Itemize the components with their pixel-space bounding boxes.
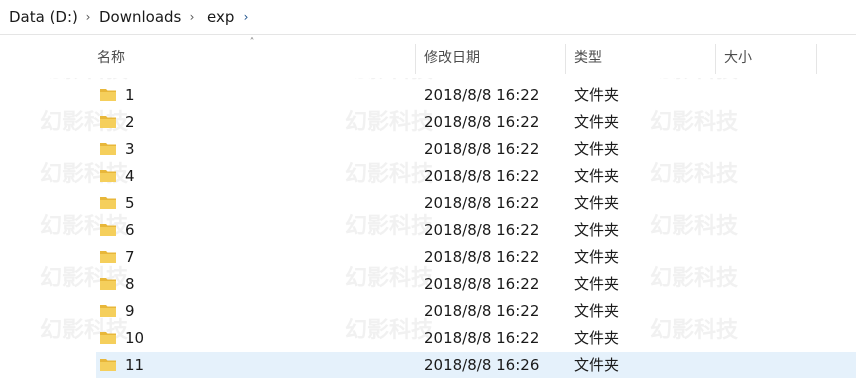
breadcrumb-item-drive[interactable]: Data (D:) [9, 8, 78, 26]
column-header-name[interactable]: 名称 [97, 48, 125, 68]
file-type: 文件夹 [574, 86, 620, 104]
list-item[interactable]: 3 2018/8/8 16:22 文件夹 [96, 136, 856, 162]
list-item[interactable]: 6 2018/8/8 16:22 文件夹 [96, 217, 856, 243]
folder-icon [100, 197, 116, 209]
file-date: 2018/8/8 16:22 [424, 113, 540, 131]
file-name: 2 [125, 113, 135, 131]
file-date: 2018/8/8 16:22 [424, 194, 540, 212]
file-type: 文件夹 [574, 302, 620, 320]
file-date: 2018/8/8 16:22 [424, 302, 540, 320]
list-item[interactable]: 8 2018/8/8 16:22 文件夹 [96, 271, 856, 297]
file-type: 文件夹 [574, 194, 620, 212]
folder-icon [100, 116, 116, 128]
folder-icon [100, 305, 116, 317]
column-header-date[interactable]: 修改日期 [424, 48, 480, 68]
folder-icon [100, 89, 116, 101]
file-name: 1 [125, 86, 135, 104]
folder-icon [100, 170, 116, 182]
chevron-right-icon[interactable]: › [241, 8, 251, 26]
file-name: 6 [125, 221, 135, 239]
list-item[interactable]: 5 2018/8/8 16:22 文件夹 [96, 190, 856, 216]
file-type: 文件夹 [574, 221, 620, 239]
file-type: 文件夹 [574, 140, 620, 158]
folder-icon [100, 251, 116, 263]
file-type: 文件夹 [574, 329, 620, 347]
file-type: 文件夹 [574, 113, 620, 131]
list-item-selected[interactable]: 11 2018/8/8 16:26 文件夹 [96, 352, 856, 378]
file-name: 4 [125, 167, 135, 185]
column-divider[interactable] [415, 44, 416, 74]
file-date: 2018/8/8 16:22 [424, 329, 540, 347]
file-name: 11 [125, 356, 145, 374]
column-header-size[interactable]: 大小 [724, 48, 752, 68]
file-name: 8 [125, 275, 135, 293]
file-date: 2018/8/8 16:22 [424, 140, 540, 158]
file-date: 2018/8/8 16:26 [424, 356, 540, 374]
chevron-right-icon[interactable]: › [187, 8, 197, 26]
address-bar[interactable]: Data (D:) › Downloads › exp › [0, 0, 856, 35]
chevron-right-icon[interactable]: › [83, 8, 93, 26]
list-item[interactable]: 1 2018/8/8 16:22 文件夹 [96, 82, 856, 108]
file-name: 7 [125, 248, 135, 266]
file-name: 3 [125, 140, 135, 158]
file-date: 2018/8/8 16:22 [424, 167, 540, 185]
folder-icon [100, 359, 116, 371]
list-item[interactable]: 2 2018/8/8 16:22 文件夹 [96, 109, 856, 135]
file-name: 10 [125, 329, 145, 347]
column-header-type[interactable]: 类型 [574, 48, 602, 68]
file-name: 9 [125, 302, 135, 320]
list-item[interactable]: 7 2018/8/8 16:22 文件夹 [96, 244, 856, 270]
column-divider[interactable] [715, 44, 716, 74]
file-date: 2018/8/8 16:22 [424, 86, 540, 104]
list-item[interactable]: 4 2018/8/8 16:22 文件夹 [96, 163, 856, 189]
file-date: 2018/8/8 16:22 [424, 221, 540, 239]
column-divider[interactable] [816, 44, 817, 74]
list-item[interactable]: 9 2018/8/8 16:22 文件夹 [96, 298, 856, 324]
file-type: 文件夹 [574, 275, 620, 293]
file-type: 文件夹 [574, 167, 620, 185]
column-divider[interactable] [565, 44, 566, 74]
folder-icon [100, 332, 116, 344]
column-header-row: ˄ 名称 修改日期 类型 大小 [0, 36, 856, 78]
sort-ascending-icon: ˄ [249, 37, 255, 48]
folder-icon [100, 143, 116, 155]
file-name: 5 [125, 194, 135, 212]
file-date: 2018/8/8 16:22 [424, 275, 540, 293]
breadcrumb-item-downloads[interactable]: Downloads [99, 8, 181, 26]
list-item[interactable]: 10 2018/8/8 16:22 文件夹 [96, 325, 856, 351]
file-type: 文件夹 [574, 248, 620, 266]
file-type: 文件夹 [574, 356, 620, 374]
file-date: 2018/8/8 16:22 [424, 248, 540, 266]
breadcrumb-item-exp[interactable]: exp [207, 8, 234, 26]
folder-icon [100, 278, 116, 290]
folder-icon [100, 224, 116, 236]
